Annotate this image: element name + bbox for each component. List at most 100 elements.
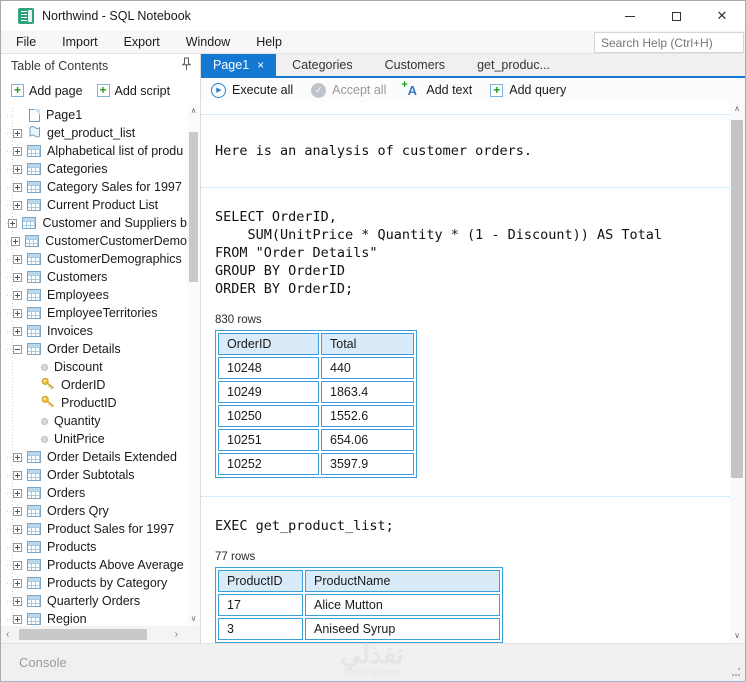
tree-item[interactable]: Quarterly Orders: [1, 592, 187, 610]
tree-item[interactable]: Alphabetical list of produ: [1, 142, 187, 160]
minimize-button[interactable]: [607, 1, 653, 31]
expand-icon[interactable]: [8, 219, 17, 228]
tree-item[interactable]: Employees: [1, 286, 187, 304]
expand-icon[interactable]: [13, 255, 22, 264]
menu-import[interactable]: Import: [49, 31, 110, 54]
content-scroll-thumb[interactable]: [731, 120, 743, 478]
result-table-1: OrderIDTotal10248440102491863.4102501552…: [215, 330, 417, 478]
expand-icon[interactable]: [13, 615, 22, 624]
toc-vertical-scrollbar[interactable]: ∧ ∨: [187, 104, 200, 626]
accept-all-button[interactable]: ✓ Accept all: [311, 83, 386, 98]
sql-query-2[interactable]: EXEC get_product_list;: [215, 517, 729, 535]
pin-icon[interactable]: [181, 57, 192, 74]
tree-item[interactable]: get_product_list: [1, 124, 187, 142]
tree-item[interactable]: Products by Category: [1, 574, 187, 592]
expand-icon[interactable]: [13, 273, 22, 282]
tree-item[interactable]: Customer and Suppliers b: [1, 214, 187, 232]
scroll-right-arrow[interactable]: ›: [175, 629, 178, 640]
tree-item-label: Order Details: [47, 342, 121, 356]
close-button[interactable]: ✕: [699, 1, 745, 31]
scroll-left-arrow[interactable]: ‹: [6, 629, 9, 640]
expand-icon[interactable]: [13, 597, 22, 606]
toc-hscroll-thumb[interactable]: [19, 629, 147, 640]
expand-icon[interactable]: [13, 489, 22, 498]
expand-icon[interactable]: [13, 129, 22, 138]
expand-icon[interactable]: [13, 525, 22, 534]
menu-help[interactable]: Help: [243, 31, 295, 54]
content-scroll-down-arrow[interactable]: ∨: [734, 629, 740, 643]
page-icon: [29, 109, 40, 122]
tree-item[interactable]: Product Sales for 1997: [1, 520, 187, 538]
tree-item[interactable]: Categories: [1, 160, 187, 178]
expand-icon[interactable]: [13, 291, 22, 300]
help-search-input[interactable]: [594, 32, 744, 53]
tree-item[interactable]: OrderID: [1, 376, 187, 394]
execute-all-button[interactable]: ▶ Execute all: [211, 83, 293, 98]
tree-item[interactable]: Order Subtotals: [1, 466, 187, 484]
menu-export[interactable]: Export: [111, 31, 173, 54]
add-query-button[interactable]: + Add query: [490, 83, 566, 97]
tree-item[interactable]: Orders: [1, 484, 187, 502]
expand-icon[interactable]: [13, 183, 22, 192]
expand-icon[interactable]: [13, 147, 22, 156]
collapse-icon[interactable]: [13, 345, 22, 354]
tree-item[interactable]: UnitPrice: [1, 430, 187, 448]
tree-item[interactable]: Invoices: [1, 322, 187, 340]
tree-item[interactable]: Quantity: [1, 412, 187, 430]
tree-item[interactable]: CustomerDemographics: [1, 250, 187, 268]
tab-categories[interactable]: Categories: [276, 54, 368, 76]
expand-icon[interactable]: [13, 327, 22, 336]
menu-file[interactable]: File: [3, 31, 49, 54]
add-page-button[interactable]: + Add page: [11, 84, 83, 98]
toc-scroll-thumb[interactable]: [189, 132, 198, 282]
tree-item[interactable]: Products: [1, 538, 187, 556]
tree-item[interactable]: Orders Qry: [1, 502, 187, 520]
tab-page1[interactable]: Page1 ×: [201, 54, 276, 76]
tab-customers[interactable]: Customers: [369, 54, 461, 76]
tree-item[interactable]: Products Above Average: [1, 556, 187, 574]
toc-horizontal-scrollbar[interactable]: ‹ ›: [1, 626, 200, 643]
console-bar[interactable]: Console: [1, 643, 745, 681]
expand-icon[interactable]: [13, 309, 22, 318]
text-cell[interactable]: Here is an analysis of customer orders.: [201, 114, 729, 188]
expand-icon[interactable]: [13, 579, 22, 588]
tree-item[interactable]: CustomerCustomerDemo: [1, 232, 187, 250]
scroll-down-arrow[interactable]: ∨: [191, 612, 197, 626]
tree-item[interactable]: Category Sales for 1997: [1, 178, 187, 196]
expand-icon[interactable]: [13, 561, 22, 570]
table-icon: [27, 145, 41, 157]
tree-item[interactable]: Order Details: [1, 340, 187, 358]
expand-icon[interactable]: [11, 237, 20, 246]
table-icon: [25, 235, 39, 247]
expand-icon[interactable]: [13, 453, 22, 462]
maximize-button[interactable]: [653, 1, 699, 31]
query-cell-2[interactable]: EXEC get_product_list; 77 rows ProductID…: [201, 497, 729, 643]
sql-query-1[interactable]: SELECT OrderID, SUM(UnitPrice * Quantity…: [215, 208, 729, 298]
content-scroll-up-arrow[interactable]: ∧: [734, 102, 740, 116]
resize-grip[interactable]: [731, 667, 741, 677]
scroll-up-arrow[interactable]: ∧: [191, 104, 197, 118]
tree-item[interactable]: Customers: [1, 268, 187, 286]
expand-icon[interactable]: [13, 507, 22, 516]
tree-item[interactable]: ProductID: [1, 394, 187, 412]
tree-item[interactable]: Order Details Extended: [1, 448, 187, 466]
tab-categories-label: Categories: [292, 58, 352, 72]
expand-icon[interactable]: [13, 201, 22, 210]
tree-item[interactable]: Region: [1, 610, 187, 626]
add-text-button[interactable]: A Add text: [404, 83, 472, 98]
tree-item[interactable]: Discount: [1, 358, 187, 376]
tree-item[interactable]: Current Product List: [1, 196, 187, 214]
menu-window[interactable]: Window: [173, 31, 243, 54]
tree-item[interactable]: Page1: [1, 106, 187, 124]
add-script-button[interactable]: + Add script: [97, 84, 171, 98]
expand-icon[interactable]: [13, 543, 22, 552]
query-cell-1[interactable]: SELECT OrderID, SUM(UnitPrice * Quantity…: [201, 188, 729, 497]
tab-close-icon[interactable]: ×: [257, 58, 264, 72]
tree-item-label: Employees: [47, 288, 109, 302]
expand-icon[interactable]: [13, 165, 22, 174]
expand-icon[interactable]: [13, 471, 22, 480]
tab-get-product[interactable]: get_produc...: [461, 54, 566, 76]
tree-item[interactable]: EmployeeTerritories: [1, 304, 187, 322]
tree-item-label: CustomerCustomerDemo: [45, 234, 187, 248]
content-vertical-scrollbar[interactable]: ∧ ∨: [729, 102, 745, 643]
